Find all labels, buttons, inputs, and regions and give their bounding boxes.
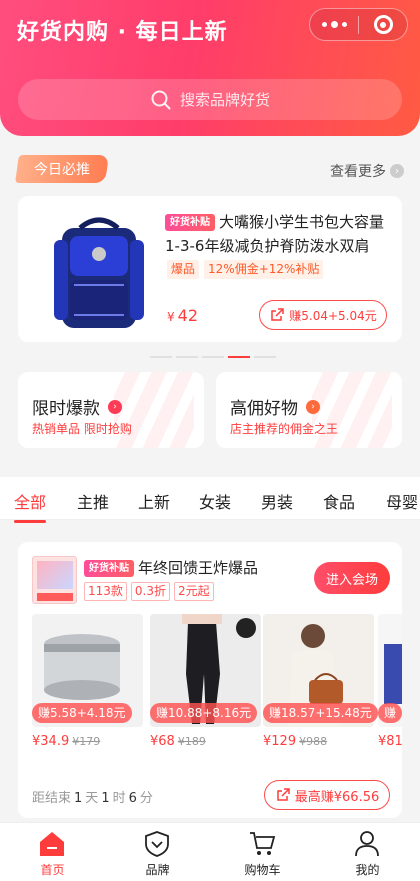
header-banner: 好货内购 · 每日上新 搜索品牌好货 <box>0 0 420 136</box>
page-title: 好货内购 · 每日上新 <box>17 20 228 45</box>
featured-section-header: 今日必推 查看更多 › <box>15 153 404 185</box>
search-placeholder: 搜索品牌好货 <box>179 91 270 109</box>
promo-title: 高佣好物 › <box>230 394 320 419</box>
share-icon <box>277 788 290 801</box>
share-earn-button[interactable]: 赚5.04+5.04元 <box>259 300 387 330</box>
bottom-nav: 首页 品牌 购物车 我的 <box>0 822 420 881</box>
tab-men[interactable]: 男装 <box>261 489 293 513</box>
backpack-image <box>54 217 144 328</box>
product-badges: 爆品 12%佣金+12%补贴 <box>167 260 324 279</box>
cart-icon <box>250 832 276 855</box>
promo-high-commission[interactable]: 高佣好物 › 店主推荐的佣金之王 <box>216 372 402 448</box>
event-title: 好货补贴 年终回馈王炸爆品 <box>84 557 258 578</box>
chevron-right-icon: › <box>108 399 122 414</box>
max-earn-button[interactable]: 最高赚¥66.56 <box>264 780 390 810</box>
event-thumbnail <box>32 556 77 604</box>
subsidy-tag: 好货补贴 <box>165 214 215 231</box>
promo-flash-sale[interactable]: 限时爆款 › 热销单品 限时抢购 <box>18 372 204 448</box>
close-target-icon[interactable] <box>359 8 407 41</box>
promo-title: 限时爆款 › <box>32 394 122 419</box>
chevron-right-icon: › <box>390 164 404 178</box>
carousel-indicator <box>150 356 276 358</box>
tab-featured[interactable]: 主推 <box>77 489 109 513</box>
tab-new[interactable]: 上新 <box>138 489 170 513</box>
promo-subtitle: 热销单品 限时抢购 <box>32 422 132 436</box>
event-card: 好货补贴 年终回馈王炸爆品 113款 0.3折 2元起 进入会场 赚5.58+4.… <box>18 542 402 818</box>
event-item[interactable]: 赚18.57+15.48元 ¥129 ¥988 <box>263 614 378 754</box>
search-bar[interactable]: 搜索品牌好货 <box>18 79 402 120</box>
mini-program-capsule <box>309 8 408 41</box>
earn-pill: 赚10.88+8.16元 <box>150 703 258 723</box>
item-price: ¥129 ¥988 <box>263 734 328 749</box>
commission-badge: 12%佣金+12%补贴 <box>204 260 324 279</box>
tab-all[interactable]: 全部 <box>14 489 47 523</box>
tab-baby[interactable]: 母婴 <box>386 489 418 513</box>
chevron-right-icon: › <box>306 399 320 414</box>
featured-product-card[interactable]: 好货补贴 大嘴猴小学生书包大容量1-3-6年级减负护脊防泼水双肩 爆品 12%佣金… <box>18 196 402 342</box>
earn-pill: 赚 <box>378 703 402 723</box>
nav-profile[interactable]: 我的 <box>315 823 420 881</box>
item-price: ¥68 ¥189 <box>150 734 206 749</box>
nav-cart[interactable]: 购物车 <box>210 823 315 881</box>
user-icon <box>355 831 379 857</box>
more-menu-icon[interactable] <box>310 8 358 41</box>
earn-pill: 赚18.57+15.48元 <box>263 703 378 723</box>
product-title: 好货补贴 大嘴猴小学生书包大容量1-3-6年级减负护脊防泼水双肩 <box>165 213 385 255</box>
tab-divider <box>0 519 420 520</box>
section-label: 今日必推 <box>15 155 109 183</box>
share-icon <box>271 308 284 321</box>
item-price: ¥81 <box>378 734 402 749</box>
countdown-timer: 距结束 1 天 1 时 6 分 <box>32 791 153 806</box>
event-items: 赚5.58+4.18元 ¥34.9 ¥179 赚10.88+8.16元 ¥68 ¥1… <box>32 614 402 754</box>
product-price: ¥42 <box>167 306 198 325</box>
brand-shield-icon <box>145 831 169 857</box>
event-tag: 0.3折 <box>130 582 170 601</box>
tab-women[interactable]: 女装 <box>199 489 231 513</box>
earn-pill: 赚5.58+4.18元 <box>32 703 132 723</box>
tab-food[interactable]: 食品 <box>323 489 355 513</box>
subsidy-tag: 好货补贴 <box>84 560 134 577</box>
enter-venue-button[interactable]: 进入会场 <box>314 562 390 594</box>
nav-brand[interactable]: 品牌 <box>105 823 210 881</box>
category-tabs: 全部 主推 上新 女装 男装 食品 母婴 <box>0 477 420 523</box>
event-tag: 2元起 <box>174 582 214 601</box>
event-tags: 113款 0.3折 2元起 <box>84 582 214 601</box>
item-price: ¥34.9 ¥179 <box>32 734 101 749</box>
hot-badge: 爆品 <box>167 260 200 279</box>
search-icon <box>151 90 171 109</box>
home-icon <box>40 832 64 856</box>
promo-subtitle: 店主推荐的佣金之王 <box>230 422 339 436</box>
event-item[interactable]: 赚10.88+8.16元 ¥68 ¥189 <box>150 614 261 754</box>
see-more-link[interactable]: 查看更多 › <box>330 161 404 181</box>
event-item[interactable]: 赚5.58+4.18元 ¥34.9 ¥179 <box>32 614 143 754</box>
event-item[interactable]: 赚 ¥81 <box>378 614 402 754</box>
event-tag: 113款 <box>84 582 127 601</box>
nav-home[interactable]: 首页 <box>0 823 105 881</box>
